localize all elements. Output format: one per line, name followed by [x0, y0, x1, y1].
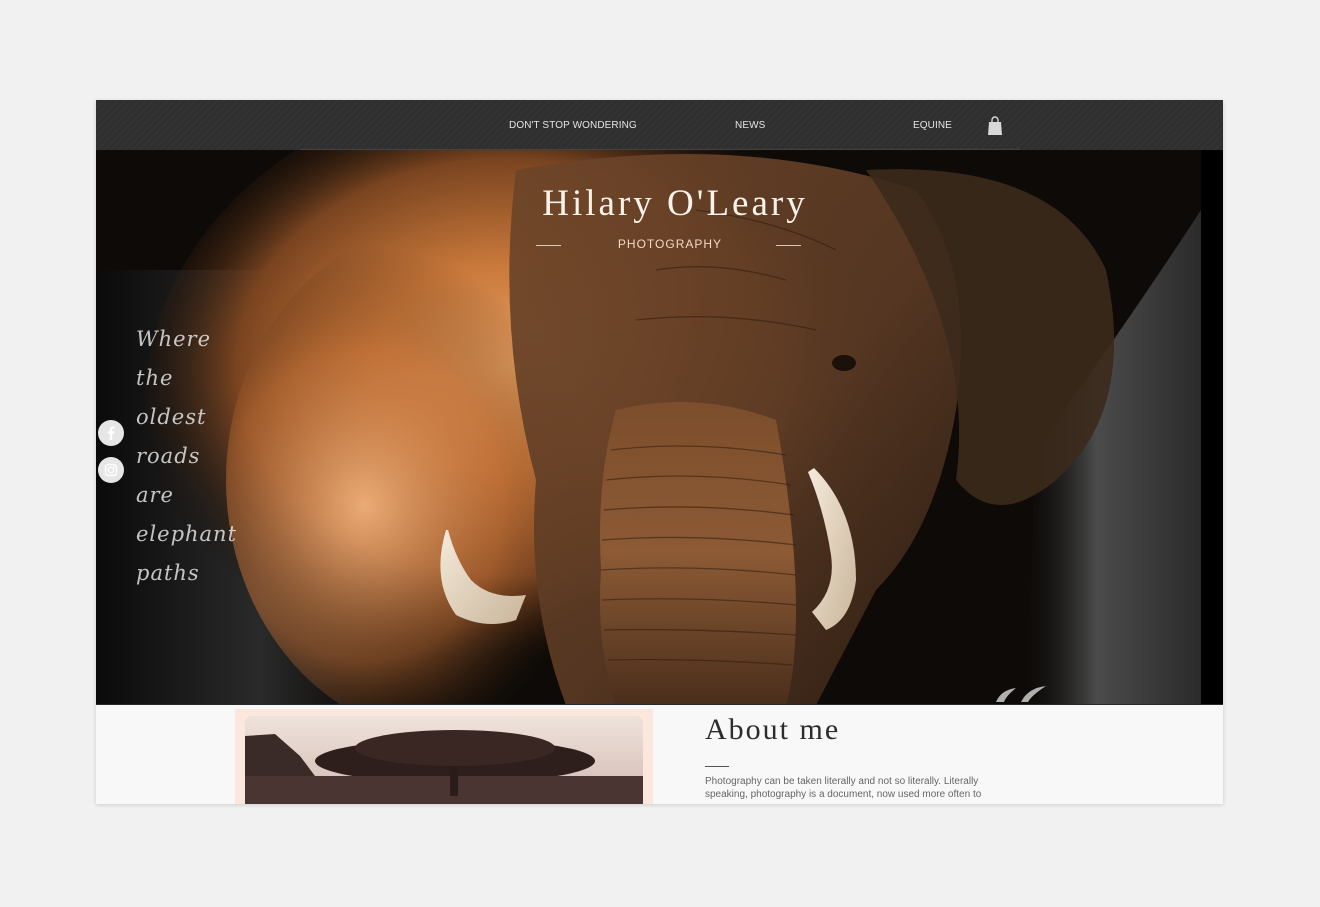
subtitle-dash-right: [776, 245, 801, 246]
nav-link-equine[interactable]: EQUINE: [913, 120, 952, 131]
poem-line: are: [136, 483, 174, 507]
top-navigation-bar: DON'T STOP WONDERING NEWS EQUINE: [96, 100, 1223, 150]
acacia-tree-photo: [245, 716, 643, 804]
about-text: Photography can be taken literally and n…: [705, 776, 982, 800]
nav-link-news[interactable]: NEWS: [735, 120, 765, 131]
poem-line: elephant: [136, 522, 238, 546]
poem-line: roads: [136, 444, 201, 468]
poem-line: the: [136, 366, 174, 390]
shopping-bag-icon[interactable]: [987, 116, 1003, 136]
facebook-icon[interactable]: [98, 420, 124, 446]
site-title[interactable]: Hilary O'Leary: [96, 182, 1223, 225]
about-photo-frame: [235, 709, 653, 804]
poem-line: oldest: [136, 405, 207, 429]
about-divider: [705, 766, 729, 767]
nav-link-dont-stop-wondering[interactable]: DON'T STOP WONDERING: [509, 120, 637, 131]
about-heading: About me: [705, 713, 841, 746]
poem-line: Where: [136, 327, 212, 351]
poem-text: Where the oldest roads are elephant path…: [136, 320, 286, 593]
hero-divider: [96, 704, 1223, 705]
instagram-icon[interactable]: [98, 457, 124, 483]
subtitle-row: PHOTOGRAPHY: [536, 237, 801, 253]
site-subtitle: PHOTOGRAPHY: [617, 237, 723, 251]
poem-line: paths: [136, 561, 200, 585]
hero-banner: Hilary O'Leary PHOTOGRAPHY Where the old…: [96, 150, 1223, 705]
website-frame: DON'T STOP WONDERING NEWS EQUINE Hilary …: [96, 100, 1223, 804]
